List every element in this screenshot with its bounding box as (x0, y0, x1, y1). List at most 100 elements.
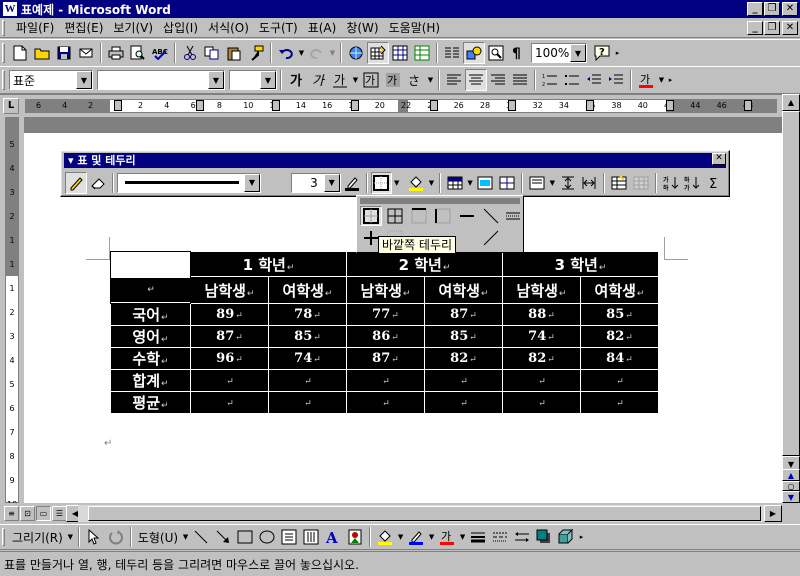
menu-tools[interactable]: 도구(T) (254, 19, 303, 36)
align-center-icon[interactable] (465, 69, 487, 91)
subject-cell[interactable]: 합계↵ (110, 369, 191, 392)
outside-border-option[interactable] (360, 206, 382, 226)
score-cell[interactable]: ↵ (580, 391, 659, 414)
horizontal-ruler[interactable]: 6422468101214161820222426283032343638404… (25, 99, 777, 113)
line-tool-icon[interactable] (190, 526, 212, 548)
style-dropdown-icon[interactable]: ▼ (76, 71, 92, 89)
score-cell[interactable]: ↵ (190, 369, 269, 392)
align-top-icon[interactable] (526, 172, 548, 194)
score-cell[interactable]: 82↵ (580, 325, 659, 348)
line-color-icon[interactable] (405, 526, 427, 548)
score-cell[interactable]: ↵ (346, 369, 425, 392)
fill-color-icon[interactable] (374, 526, 396, 548)
increase-indent-icon[interactable] (605, 69, 627, 91)
menu-format[interactable]: 서식(O) (203, 19, 254, 36)
justify-icon[interactable] (509, 69, 531, 91)
column-marker[interactable] (430, 100, 438, 111)
score-cell[interactable]: 96↵ (190, 347, 269, 370)
subject-cell[interactable]: 수학↵ (110, 347, 191, 370)
score-cell[interactable]: 87↵ (346, 347, 425, 370)
year-header[interactable]: 2 학년↵ (346, 251, 503, 277)
score-cell[interactable]: 82↵ (424, 347, 503, 370)
score-cell[interactable]: 87↵ (424, 303, 503, 326)
toolbar-grip[interactable] (2, 70, 5, 90)
column-marker[interactable] (196, 100, 204, 111)
gender-header[interactable]: 남학생↵ (502, 276, 581, 304)
previous-page-icon[interactable]: ▲ (782, 469, 800, 481)
minimize-button[interactable]: _ (747, 2, 763, 16)
word-app-icon[interactable]: W (3, 2, 17, 16)
save-button[interactable] (53, 42, 75, 64)
top-border-option[interactable] (408, 206, 430, 226)
open-folder-button[interactable] (31, 42, 53, 64)
border-color-icon[interactable] (341, 172, 363, 194)
browse-object-icon[interactable]: ○ (782, 481, 800, 491)
menu-table[interactable]: 표(A) (303, 19, 342, 36)
score-cell[interactable]: 85↵ (424, 325, 503, 348)
show-hide-icon[interactable]: ¶ (507, 42, 529, 64)
horizontal-line-option[interactable] (502, 206, 524, 226)
left-border-option[interactable] (432, 206, 454, 226)
column-marker[interactable] (744, 100, 752, 111)
italic-icon[interactable]: 가 (307, 69, 329, 91)
doc-minimize-button[interactable]: _ (747, 21, 763, 35)
fill-color-dropdown-icon[interactable]: ▼ (396, 533, 405, 541)
column-marker[interactable] (586, 100, 594, 111)
line-style-select[interactable]: ▼ (116, 172, 261, 193)
show-gridlines-icon[interactable] (630, 172, 652, 194)
column-marker[interactable] (351, 100, 359, 111)
copy-icon[interactable] (201, 42, 223, 64)
oval-tool-icon[interactable] (256, 526, 278, 548)
spelling-button[interactable]: ABC (149, 42, 171, 64)
insert-excel-icon[interactable] (411, 42, 433, 64)
shadow-icon[interactable] (533, 526, 555, 548)
column-marker[interactable] (508, 100, 516, 111)
free-rotate-icon[interactable] (105, 526, 127, 548)
redo-icon[interactable] (306, 42, 328, 64)
sort-ascending-icon[interactable]: 가하 (660, 172, 682, 194)
menu-help[interactable]: 도움말(H) (384, 19, 446, 36)
zoom-dropdown-icon[interactable]: ▼ (570, 44, 586, 62)
eraser-icon[interactable] (87, 172, 109, 194)
underline-icon[interactable]: 가 (329, 69, 351, 91)
outline-view-icon[interactable]: ☰ (52, 506, 67, 521)
outside-border-icon[interactable] (370, 171, 393, 194)
diagonal-up-border-option[interactable] (480, 228, 502, 248)
more-buttons-icon[interactable]: ▸ (613, 49, 622, 57)
undo-icon[interactable] (275, 42, 297, 64)
gender-header[interactable]: 남학생↵ (190, 276, 269, 304)
draw-menu-button[interactable]: 그리기(R) (9, 529, 66, 546)
score-cell[interactable]: 82↵ (502, 347, 581, 370)
more-buttons-icon[interactable]: ▸ (666, 76, 675, 84)
document-map-icon[interactable] (485, 42, 507, 64)
decrease-indent-icon[interactable] (583, 69, 605, 91)
restore-button[interactable]: ❐ (764, 2, 780, 16)
shading-dropdown-icon[interactable]: ▼ (427, 179, 436, 187)
style-select[interactable]: 표준 ▼ (9, 70, 93, 90)
menu-file[interactable]: 파일(F) (11, 19, 59, 36)
select-objects-icon[interactable] (83, 526, 105, 548)
distribute-columns-icon[interactable] (579, 172, 601, 194)
drawing-icon[interactable] (463, 42, 485, 64)
distribute-rows-icon[interactable] (557, 172, 579, 194)
score-cell[interactable]: 78↵ (268, 303, 347, 326)
font-color-icon[interactable]: 가 (635, 69, 657, 91)
score-cell[interactable]: 85↵ (268, 325, 347, 348)
gender-header[interactable]: 여학생↵ (580, 276, 659, 304)
more-buttons-icon[interactable]: ▸ (577, 533, 586, 541)
help-icon[interactable]: ? (591, 42, 613, 64)
arrow-tool-icon[interactable] (212, 526, 234, 548)
subject-cell[interactable]: 영어↵ (110, 325, 191, 348)
email-button[interactable] (75, 42, 97, 64)
line-weight-select[interactable]: 3 ▼ (291, 172, 341, 193)
score-cell[interactable]: ↵ (424, 391, 503, 414)
table-autoformat-icon[interactable] (608, 172, 630, 194)
print-layout-icon[interactable]: ▭ (36, 506, 51, 521)
column-marker[interactable] (114, 100, 122, 111)
merge-cells-icon[interactable] (475, 172, 497, 194)
year-header[interactable]: 1 학년↵ (190, 251, 347, 277)
doc-restore-button[interactable]: ❐ (764, 21, 780, 35)
year-header[interactable]: 3 학년↵ (502, 251, 659, 277)
doc-close-button[interactable]: ✕ (782, 21, 798, 35)
vertical-scrollbar[interactable]: ▲ ▼ ▲ ○ ▼ (782, 94, 800, 503)
